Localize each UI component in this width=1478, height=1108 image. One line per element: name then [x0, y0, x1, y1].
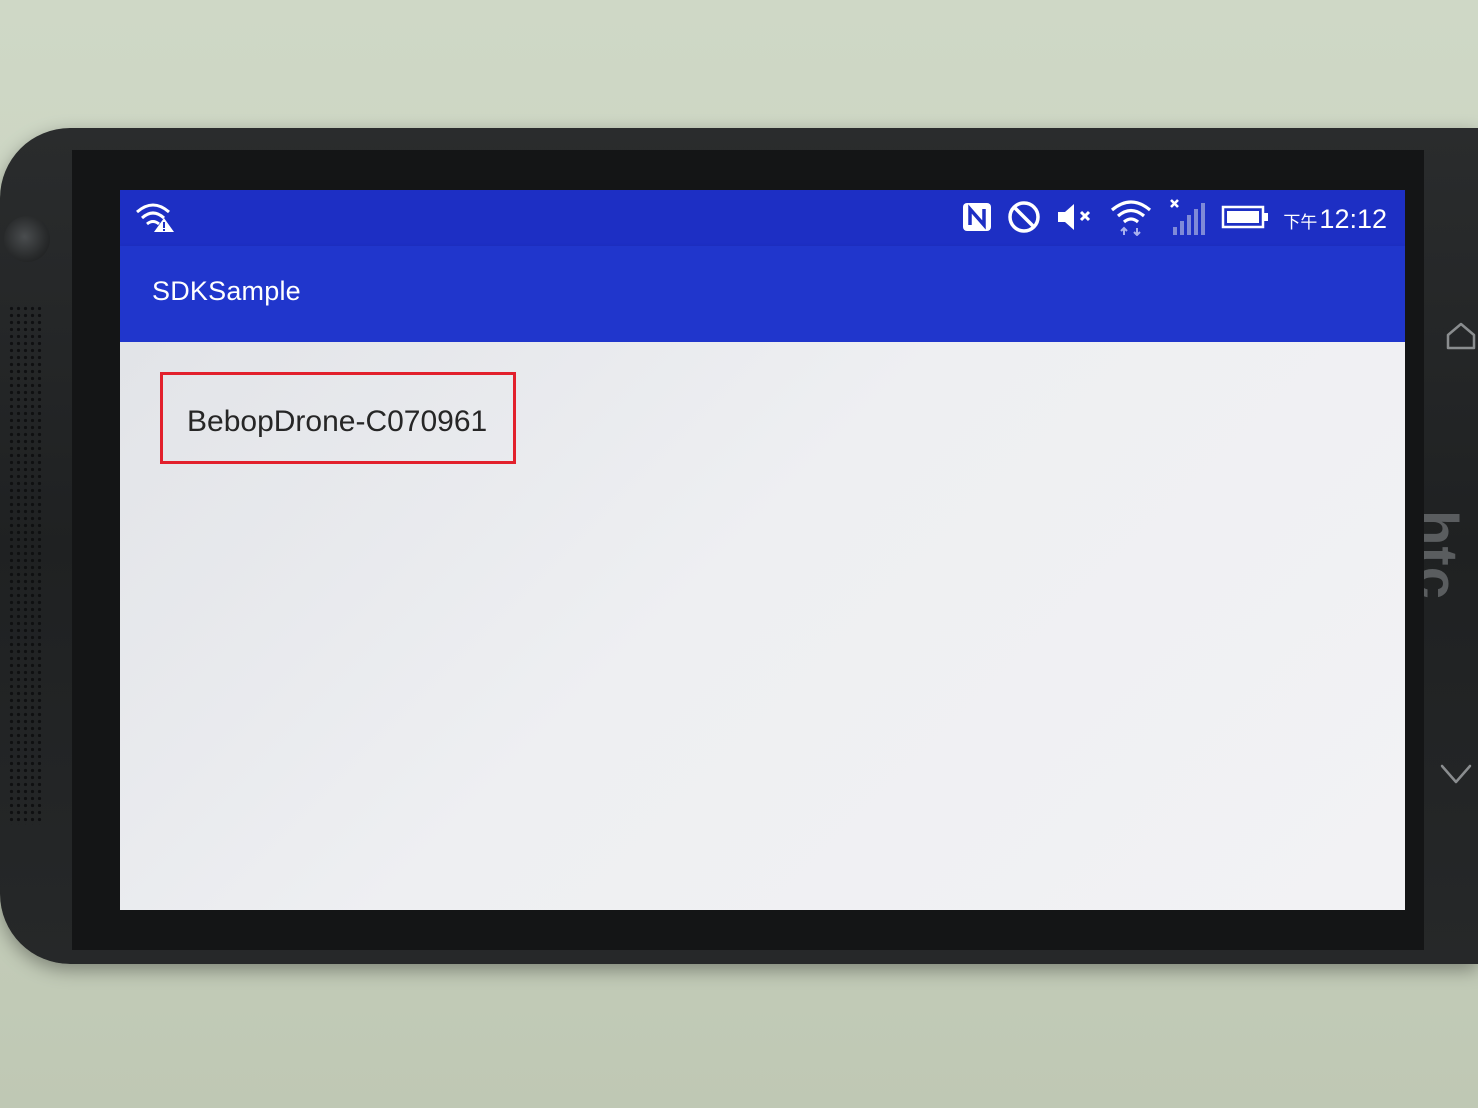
clock-ampm: 下午 — [1283, 212, 1318, 232]
do-not-disturb-icon — [1007, 200, 1041, 239]
wifi-icon — [1109, 198, 1153, 241]
device-list: BebopDrone-C070961 — [120, 342, 1405, 910]
status-icons: 下午 12:12 — [961, 198, 1387, 241]
clock-time: 12:12 — [1319, 203, 1387, 234]
wifi-warning-icon — [134, 200, 176, 239]
back-icon — [1440, 764, 1472, 784]
home-icon — [1446, 322, 1476, 350]
app-screen: 下午 12:12 SDKSample BebopDrone-C070961 — [120, 190, 1405, 910]
cellular-no-signal-icon — [1167, 197, 1207, 242]
status-bar: 下午 12:12 — [120, 190, 1405, 246]
volume-muted-icon — [1055, 201, 1095, 238]
battery-icon — [1221, 204, 1269, 235]
home-button[interactable] — [1444, 318, 1478, 357]
list-item-drone[interactable]: BebopDrone-C070961 — [160, 372, 516, 464]
status-clock: 下午 12:12 — [1283, 204, 1387, 235]
app-bar: SDKSample — [120, 246, 1405, 342]
nfc-icon — [961, 201, 993, 238]
speaker-grille — [8, 305, 44, 825]
front-camera — [4, 216, 50, 262]
back-button[interactable] — [1438, 760, 1474, 795]
app-title: SDKSample — [152, 276, 301, 306]
device-name-label: BebopDrone-C070961 — [187, 405, 488, 438]
